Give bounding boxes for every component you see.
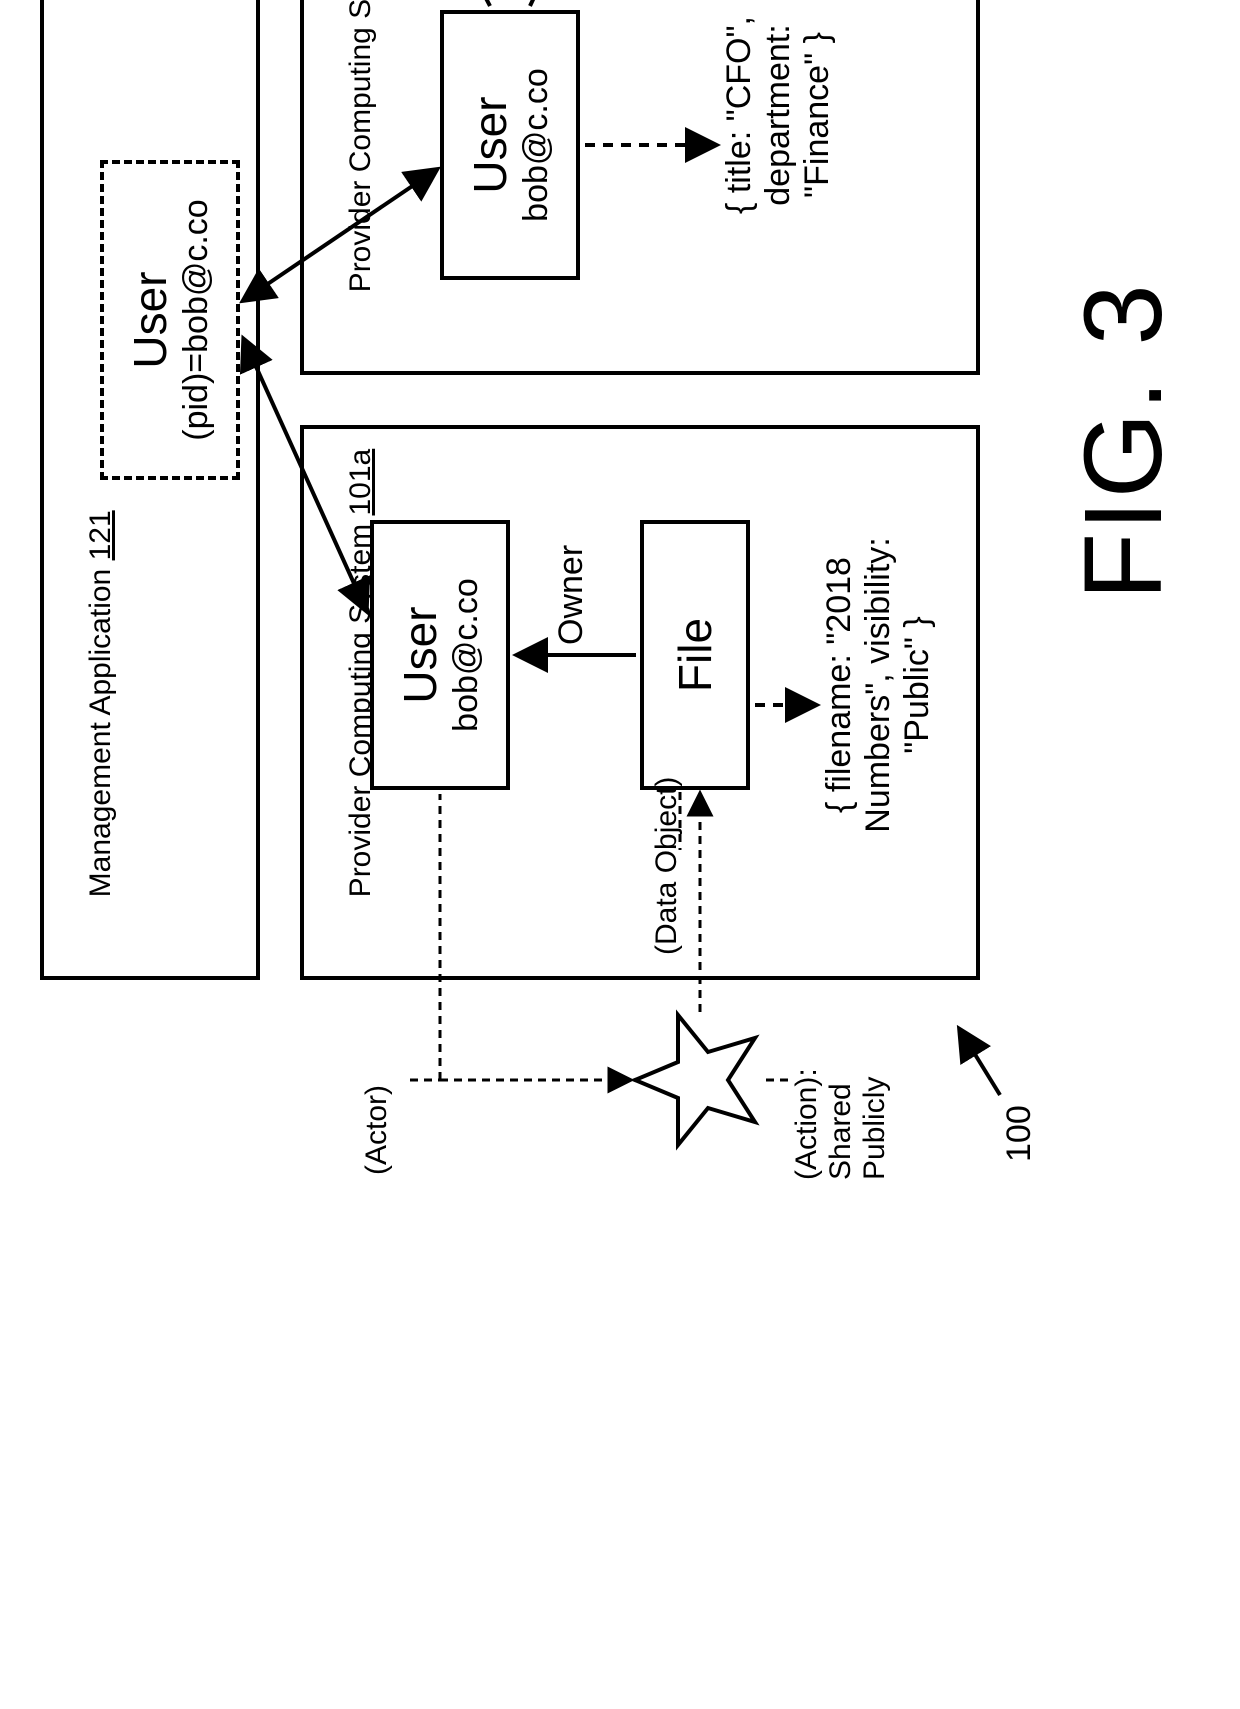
actor-label: (Actor): [360, 1085, 394, 1175]
action-label: (Action): Shared Publicly: [790, 1068, 892, 1180]
provider-b-title: Provider Computing System 101b: [310, 0, 412, 359]
figure-label: FIG. 3: [1060, 282, 1187, 600]
management-application-box: Management Application 121: [40, 0, 260, 980]
provider-b-user-box: User bob@c.co: [440, 10, 580, 280]
management-user-box: User (pid)=bob@c.co: [100, 160, 240, 480]
provider-b-user-title: User: [464, 96, 517, 193]
provider-b-box: Provider Computing System 101b: [300, 0, 980, 375]
provider-a-file-box: File: [640, 520, 750, 790]
provider-b-user-sub: bob@c.co: [517, 68, 556, 222]
file-attrs: { filename: "2018 Numbers", visibility: …: [820, 450, 937, 920]
provider-a-user-box: User bob@c.co: [370, 520, 510, 790]
provider-a-user-sub: bob@c.co: [447, 578, 486, 732]
management-application-title: Management Application 121: [50, 510, 152, 964]
management-user-title: User: [124, 271, 177, 368]
provider-a-user-title: User: [394, 606, 447, 703]
provider-a-file-title: File: [669, 618, 722, 692]
ref-numeral-100: 100: [1000, 1105, 1039, 1162]
user-attrs: { title: "CFO", department: "Finance" }: [720, 0, 837, 280]
owner-label: Owner: [552, 545, 591, 645]
data-object-label: (Data Object): [650, 777, 684, 955]
management-user-sub: (pid)=bob@c.co: [177, 199, 216, 440]
diagram-canvas: Management Application 121 User (pid)=bo…: [0, 0, 1240, 1240]
